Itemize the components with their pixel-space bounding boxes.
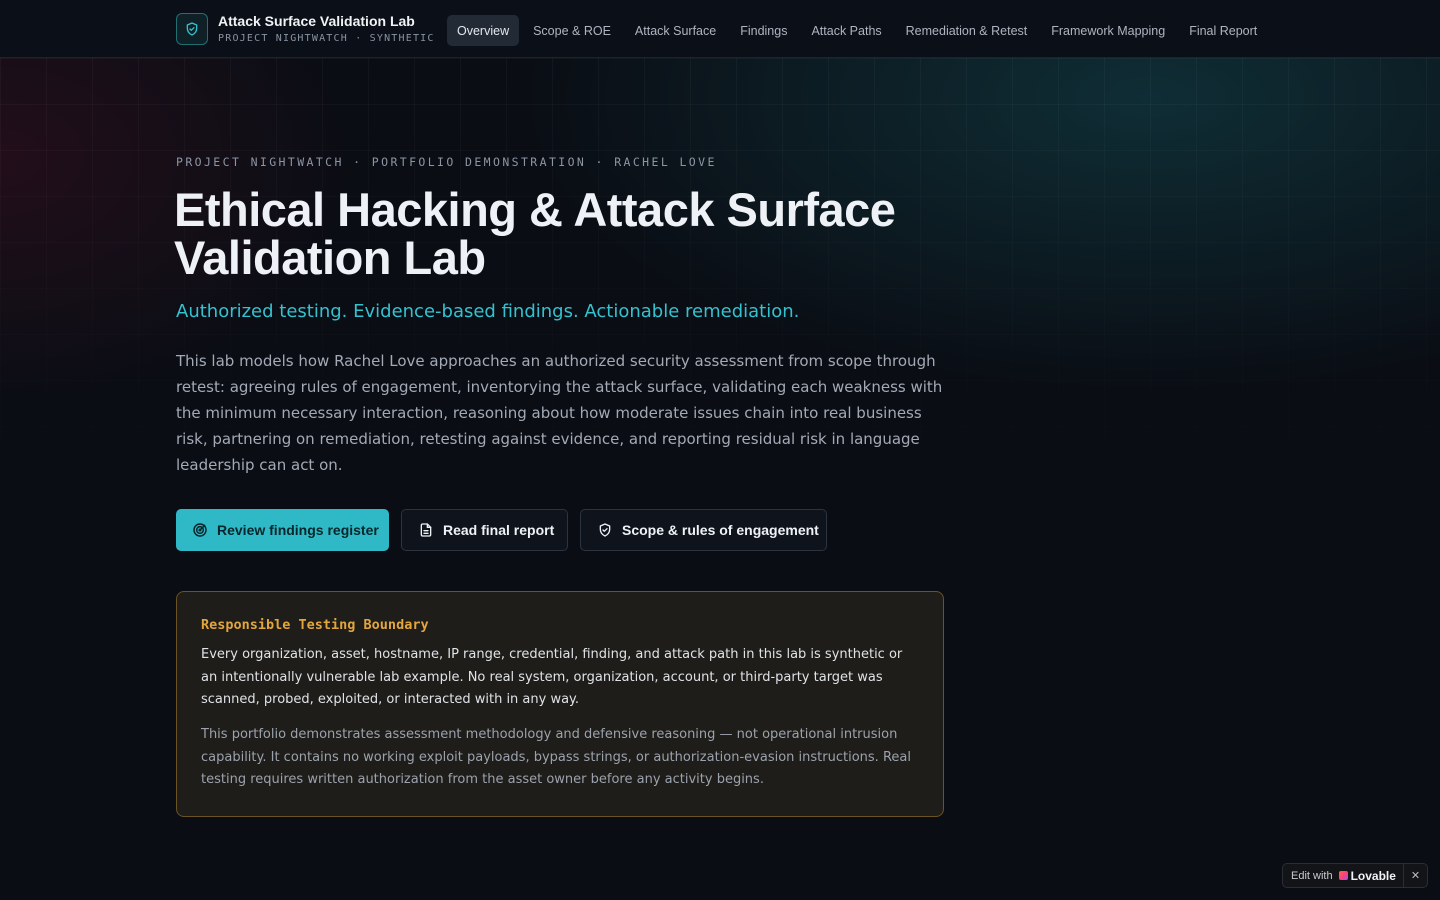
scope-rules-label: Scope & rules of engagement xyxy=(622,522,819,538)
nav-item-final-report[interactable]: Final Report xyxy=(1179,15,1267,46)
brand-title[interactable]: Attack Surface Validation Lab xyxy=(218,13,415,29)
shield-icon[interactable] xyxy=(176,13,208,45)
page-title: Ethical Hacking & Attack Surface Validat… xyxy=(174,183,896,284)
close-icon[interactable]: ✕ xyxy=(1403,864,1427,887)
responsible-testing-notice: Responsible Testing Boundary Every organ… xyxy=(176,591,944,817)
shield-icon xyxy=(599,523,611,537)
nav-item-framework-mapping[interactable]: Framework Mapping xyxy=(1041,15,1175,46)
nav-item-findings[interactable]: Findings xyxy=(730,15,797,46)
lovable-edit-label: Edit with xyxy=(1291,869,1333,882)
hero-tagline: Authorized testing. Evidence-based findi… xyxy=(176,301,800,322)
notice-title: Responsible Testing Boundary xyxy=(201,617,429,633)
edit-with-lovable-badge[interactable]: Edit with Lovable ✕ xyxy=(1282,863,1428,888)
nav-item-overview[interactable]: Overview xyxy=(447,15,520,46)
review-findings-button[interactable]: Review findings register xyxy=(176,509,389,551)
notice-paragraph-1: Every organization, asset, hostname, IP … xyxy=(201,647,903,708)
nav-item-attack-surface[interactable]: Attack Surface xyxy=(625,15,726,46)
hero-eyebrow: PROJECT NIGHTWATCH · PORTFOLIO DEMONSTRA… xyxy=(176,155,717,169)
hero-intro: This lab models how Rachel Love approach… xyxy=(176,352,943,474)
nav-item-scope-roe[interactable]: Scope & ROE xyxy=(523,15,621,46)
review-findings-label: Review findings register xyxy=(217,522,379,538)
read-final-report-label: Read final report xyxy=(443,522,555,538)
nav-item-attack-paths[interactable]: Attack Paths xyxy=(801,15,891,46)
lovable-logo-icon xyxy=(1338,871,1348,880)
top-navigation-bar: Attack Surface Validation Lab PROJECT NI… xyxy=(0,0,1440,58)
main-nav: Overview Scope & ROE Attack Surface Find… xyxy=(447,15,1271,46)
nav-item-remediation-retest[interactable]: Remediation & Retest xyxy=(896,15,1038,46)
scope-rules-button[interactable]: Scope & rules of engagement xyxy=(580,509,827,551)
brand-subtitle: PROJECT NIGHTWATCH · SYNTHETIC xyxy=(218,33,435,44)
lovable-brand: Lovable xyxy=(1350,868,1396,883)
document-icon xyxy=(420,523,432,537)
notice-paragraph-2: This portfolio demonstrates assessment m… xyxy=(201,727,911,788)
radar-icon xyxy=(193,523,207,537)
read-final-report-button[interactable]: Read final report xyxy=(401,509,568,551)
